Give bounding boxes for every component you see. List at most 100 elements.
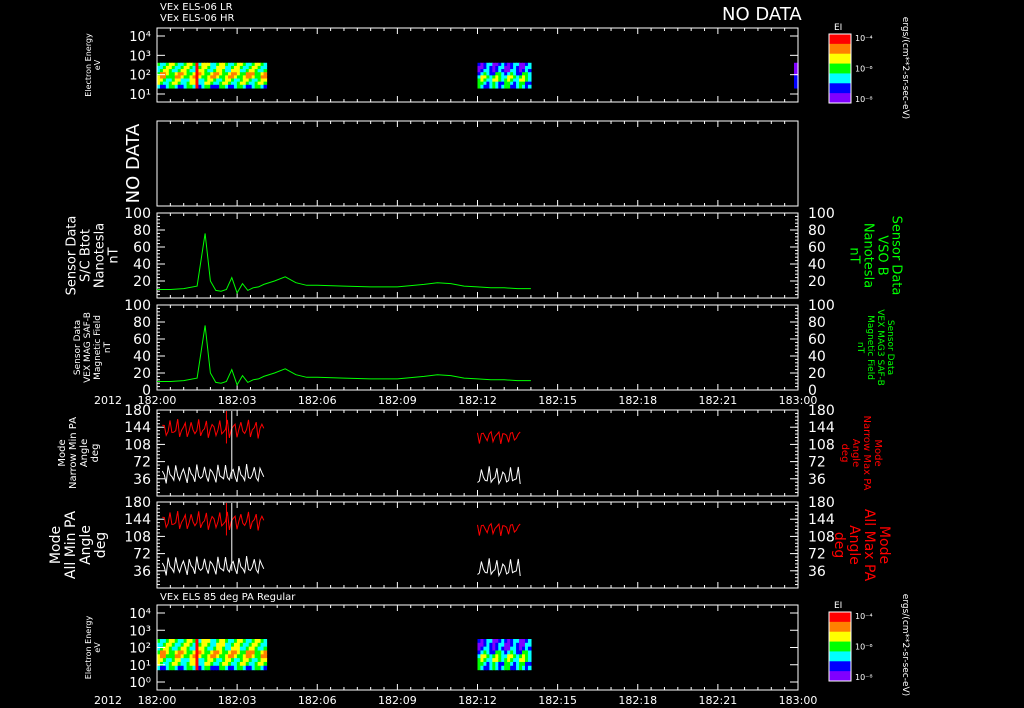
heatmap-cell [263, 642, 268, 648]
y-tick-label: 10³ [129, 49, 151, 64]
y-tick-label-right: 60 [808, 240, 826, 256]
y-tick-label-right: 100 [808, 298, 835, 314]
y-tick-label-right: 36 [808, 472, 826, 488]
y-tick-label: 72 [133, 455, 151, 471]
heatmap-cell [527, 646, 532, 652]
y-tick-label-right: 80 [808, 315, 826, 331]
colorbar-swatch [829, 53, 851, 65]
y-tick-label: 72 [133, 547, 151, 563]
y-tick-label-right: 180 [808, 403, 835, 419]
colorbar-tick-label: 10⁻⁴ [855, 34, 873, 43]
right-axis-label: ergs/(cm**2-sr-sec-eV) [900, 594, 910, 696]
heatmap-cell [263, 654, 268, 659]
time-tick-label: 182:21 [699, 694, 738, 707]
time-tick-label: 183:00 [779, 694, 818, 707]
axis-label-line: NO DATA [123, 123, 144, 203]
b-field-trace [157, 233, 531, 295]
heatmap-cell [263, 658, 268, 663]
colorbar-swatch [829, 83, 851, 94]
axis-label-line: Mode [876, 526, 892, 564]
y-tick-label: 180 [124, 495, 151, 511]
heatmap-cell [263, 661, 268, 667]
time-tick-label: 182:18 [618, 694, 657, 707]
pitch-angle-trace [477, 466, 521, 486]
left-axis-label: Sensor Data S/C Btot Nanotesla nT [64, 216, 121, 296]
heatmap-cell [527, 658, 532, 663]
axis-label-line: nT [847, 247, 862, 263]
axis-label-line: Sensor Data [889, 216, 904, 296]
y-tick-label-right: 60 [808, 332, 826, 348]
colorbar-swatch [829, 93, 851, 104]
pitch-angle-trace [161, 556, 265, 576]
pitch-angle-trace [477, 430, 521, 444]
colorbar-swatch [829, 651, 851, 662]
time-tick-label: 182:21 [699, 394, 738, 407]
time-tick-label: 182:09 [378, 394, 417, 407]
axis-label-line: Mode [872, 439, 883, 466]
time-tick-label: 182:00 [138, 694, 177, 707]
y-tick-label-right: 100 [808, 206, 835, 222]
y-tick-label-right: 72 [808, 547, 826, 563]
y-tick-label-right: 144 [808, 420, 835, 436]
year-label: 2012 [94, 394, 122, 407]
y-tick-label: 10⁴ [129, 607, 151, 622]
axis-label-line: nT [855, 342, 865, 354]
y-tick-label: 60 [133, 332, 151, 348]
y-tick-label: 60 [133, 240, 151, 256]
axis-label-line: Angle [850, 439, 861, 467]
y-tick-label: 36 [133, 564, 151, 580]
right-axis-label: ModeNarrow Max PAAngledeg [839, 416, 883, 491]
colorbar-swatch [829, 612, 851, 623]
axis-label-line: nT [103, 341, 113, 353]
pitch-angle-trace [477, 522, 521, 536]
colorbar-swatch [829, 73, 851, 84]
y-tick-label: 40 [133, 349, 151, 365]
time-tick-label: 182:03 [218, 394, 257, 407]
left-axis-label: Mode Narrow Min PA Angle deg [57, 417, 101, 489]
y-tick-label-right: 72 [808, 455, 826, 471]
axis-label-line: Electron Energy [84, 616, 93, 680]
y-tick-label: 144 [124, 420, 151, 436]
y-tick-label: 10² [129, 69, 151, 84]
colorbar-swatch [829, 661, 851, 672]
axis-label-line: nT [106, 247, 121, 263]
axis-label-line: Electron Energy [84, 33, 93, 97]
no-data-panel-label: NO DATA [123, 123, 144, 203]
axis-label-line: eV [93, 59, 102, 70]
y-tick-label-right: 36 [808, 564, 826, 580]
pitch-angle-trace [162, 511, 265, 531]
right-axis-label: ergs/(cm**2-sr-sec-eV) [900, 17, 910, 119]
y-tick-label-right: 144 [808, 512, 835, 528]
axis-label-line: All Max PA [861, 509, 877, 582]
colorbar-swatch [829, 641, 851, 652]
right-axis-label: Sensor DataVEX MAG3 SAF-BMagnetic Fieldn… [855, 309, 895, 386]
heatmap-cell [527, 661, 532, 667]
pitch-angle-trace [477, 558, 521, 578]
y-tick-label-right: 40 [808, 257, 826, 273]
panel-frame [156, 120, 799, 207]
axis-label-line: Magnetic Field [865, 315, 875, 380]
y-tick-label: 180 [124, 403, 151, 419]
b-field-trace [157, 325, 531, 387]
axis-label-line: Nanotesla [92, 223, 107, 288]
heatmap-cell [527, 654, 532, 659]
axis-label-line: deg [839, 444, 850, 463]
y-tick-label: 36 [133, 472, 151, 488]
y-tick-label-right: 20 [808, 274, 826, 290]
multi-panel-plot: 10⁴10³10²10¹Electron Energy eV10⁴10³10²10… [48, 17, 910, 707]
right-axis-label: ModeAll Max PAAngledeg [831, 509, 892, 582]
time-tick-label: 182:18 [618, 394, 657, 407]
bottom-panel-title: VEx ELS 85 deg PA Regular [160, 592, 296, 603]
heatmap-cell [527, 642, 532, 648]
axis-label-line: Sensor Data [885, 320, 895, 375]
pitch-angle-trace [162, 419, 265, 439]
time-tick-label: 182:06 [298, 394, 337, 407]
heatmap-cell [263, 646, 268, 652]
y-tick-label: 80 [133, 315, 151, 331]
axis-label-line: All Min PA [63, 510, 79, 579]
time-tick-label: 182:15 [538, 394, 577, 407]
axis-label-line: VEX MAG SAF-B [83, 312, 93, 383]
colorbar-tick-label: 10⁻⁶ [855, 65, 873, 74]
colorbar-tick-label: 10⁻⁸ [855, 673, 873, 682]
y-tick-label-right: 80 [808, 223, 826, 239]
